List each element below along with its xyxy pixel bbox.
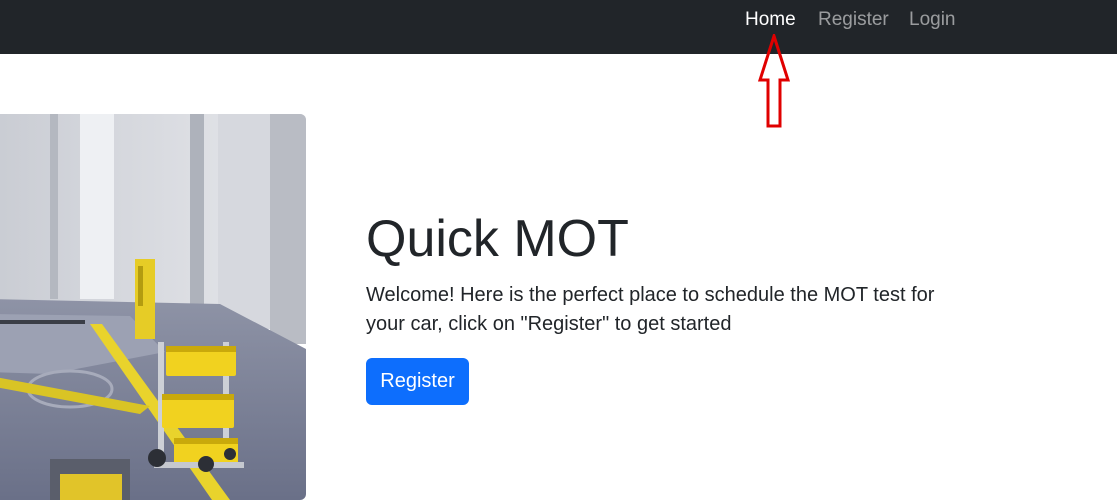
- welcome-text: Welcome! Here is the perfect place to sc…: [366, 284, 935, 335]
- hero-image-mot-garage: [0, 114, 306, 500]
- page-title: Quick MOT: [366, 210, 629, 268]
- register-button[interactable]: Register: [366, 358, 469, 405]
- red-outline-up-arrow-icon: [757, 34, 791, 128]
- nav-link-login[interactable]: Login: [909, 8, 956, 32]
- top-navbar: Home Register Login: [0, 0, 1117, 54]
- nav-link-home[interactable]: Home: [745, 8, 796, 32]
- nav-link-register[interactable]: Register: [818, 8, 889, 32]
